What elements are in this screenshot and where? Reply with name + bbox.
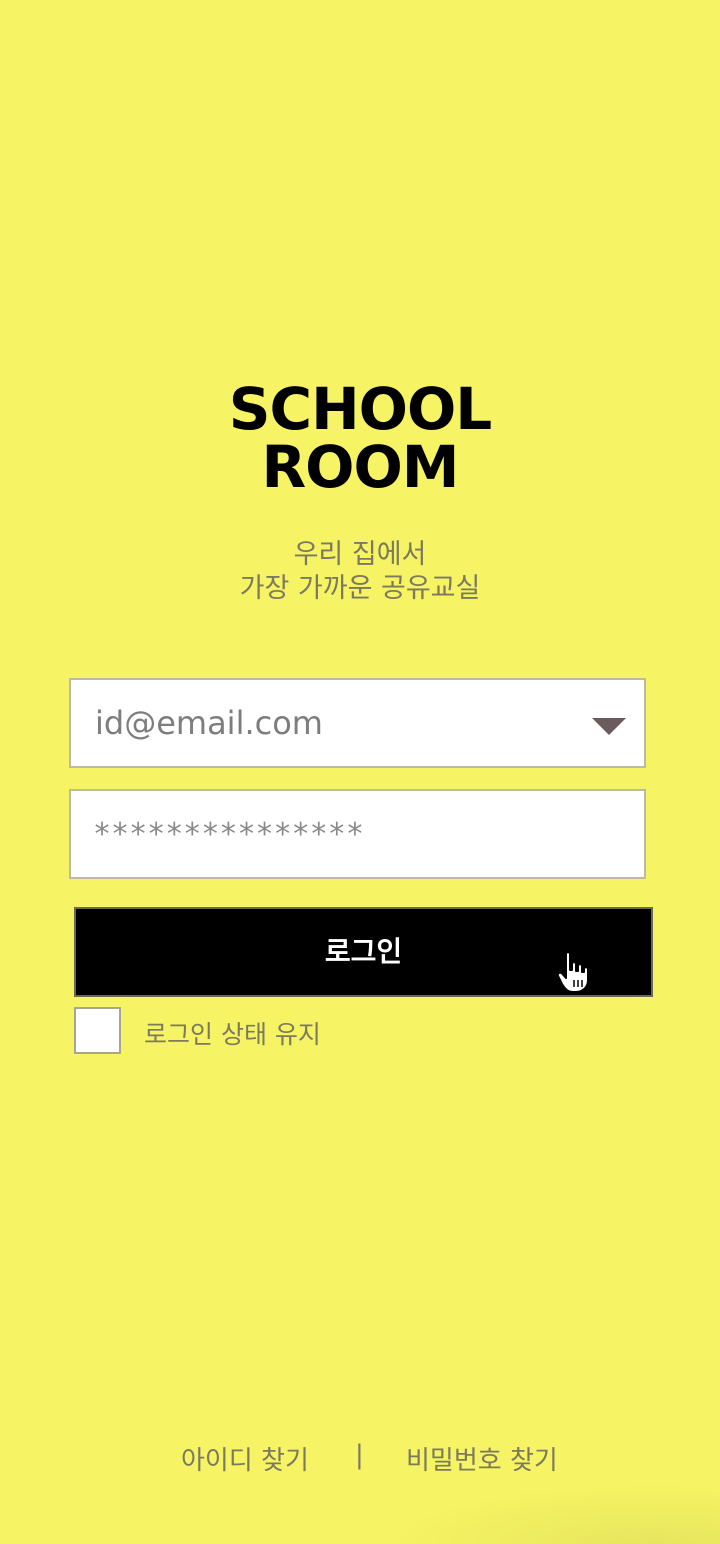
dropdown-arrow-icon[interactable] bbox=[592, 718, 626, 735]
logo-line-school: SCHOOL bbox=[228, 375, 492, 443]
tagline: 우리 집에서 가장 가까운 공유교실 bbox=[0, 538, 720, 606]
tagline-line-2: 가장 가까운 공유교실 bbox=[239, 573, 481, 604]
password-field[interactable] bbox=[69, 789, 646, 879]
logo-line-room: ROOM bbox=[261, 433, 460, 501]
remember-login-checkbox[interactable] bbox=[74, 1007, 121, 1054]
email-input[interactable] bbox=[95, 680, 575, 766]
find-id-link[interactable]: 아이디 찾기 bbox=[181, 1440, 309, 1477]
password-input[interactable] bbox=[93, 791, 613, 877]
email-field[interactable] bbox=[69, 678, 646, 768]
hand-pointer-icon bbox=[556, 951, 589, 993]
remember-login-label[interactable]: 로그인 상태 유지 bbox=[144, 1015, 321, 1051]
corner-shadow bbox=[390, 1484, 720, 1544]
login-button-label: 로그인 bbox=[324, 935, 403, 968]
find-password-link[interactable]: 비밀번호 찾기 bbox=[406, 1440, 558, 1477]
app-logo: SCHOOL ROOM bbox=[0, 380, 720, 496]
footer-links: 아이디 찾기 | 비밀번호 찾기 bbox=[0, 1440, 720, 1480]
tagline-line-1: 우리 집에서 bbox=[293, 539, 427, 570]
footer-divider: | bbox=[355, 1440, 364, 1470]
